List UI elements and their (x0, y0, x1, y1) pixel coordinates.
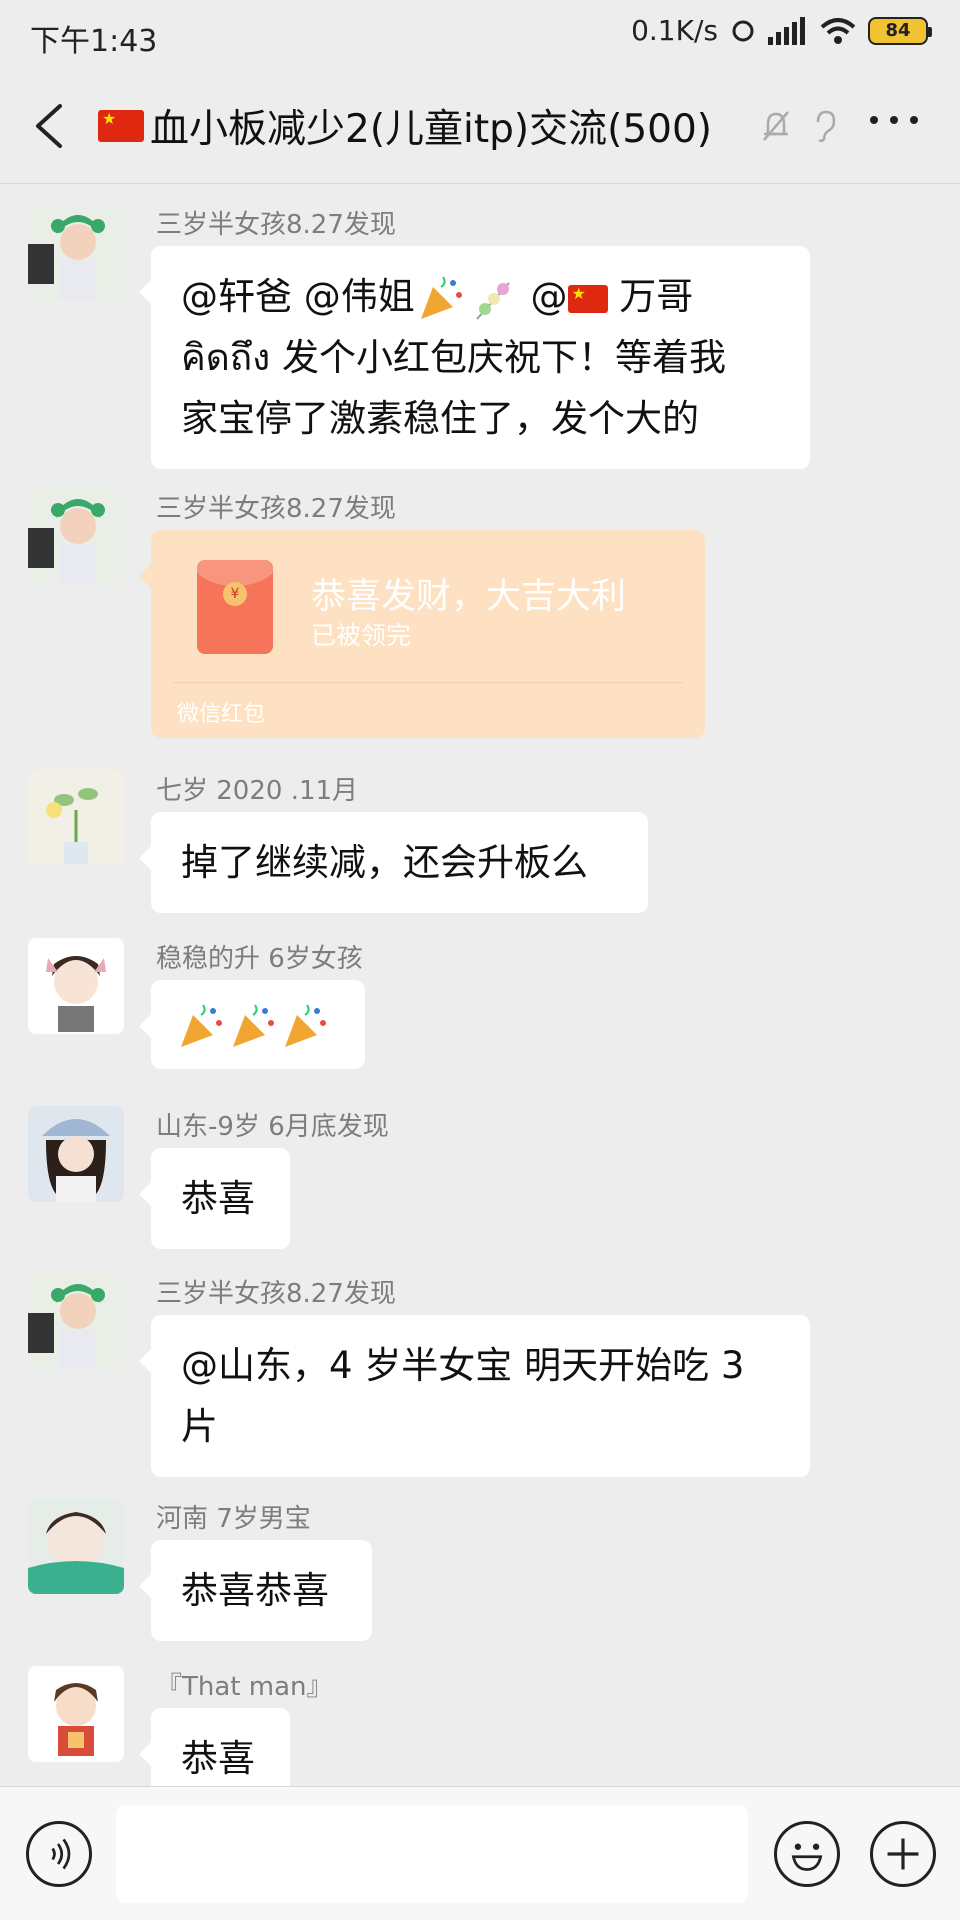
message-bubble[interactable]: @山东，4 岁半女宝 明天开始吃 3 片 (139, 1315, 810, 1477)
message-bubble[interactable]: @轩爸 @伟姐 @ 万哥 คิดถึง 发个小红包庆祝下！等着我 家宝停了激素稳… (139, 246, 810, 469)
sender-name: 稳稳的升 6岁女孩 (156, 944, 363, 974)
sender-name: 三岁半女孩8.27发现 (156, 1279, 396, 1309)
party-popper-icon (233, 1003, 274, 1047)
message-text: 恭喜恭喜 (181, 1569, 329, 1612)
wifi-icon (820, 17, 856, 44)
message-bubble[interactable]: 恭喜恭喜 (139, 1540, 372, 1641)
chat-title-text: 血小板减少2(儿童itp)交流(500) (150, 107, 712, 152)
message-text: 万哥 (607, 275, 694, 318)
avatar[interactable] (28, 204, 124, 300)
message-text-line: 片 (181, 1405, 218, 1448)
sender-name: 三岁半女孩8.27发现 (156, 210, 396, 240)
red-packet-footer: 微信红包 (177, 702, 266, 727)
sender-name: 山东-9岁 6月底发现 (156, 1112, 389, 1142)
mute-bell-icon (763, 111, 789, 141)
network-speed: 0.1K/s (631, 14, 718, 47)
party-popper-icon (181, 1003, 222, 1047)
red-packet[interactable]: ¥ 恭喜发财，大吉大利 已被领完 微信红包 (139, 530, 705, 738)
party-popper-icon (420, 275, 462, 319)
message-input[interactable] (116, 1805, 748, 1903)
voice-icon[interactable] (26, 1821, 92, 1887)
flag-icon (98, 109, 144, 142)
sender-name: 河南 7岁男宝 (156, 1504, 311, 1534)
avatar[interactable] (28, 938, 124, 1034)
party-popper-icon (285, 1003, 326, 1047)
chat-list: 三岁半女孩8.27发现 @轩爸 @伟姐 @ 万哥 คิดถึง 发个小红包庆祝下… (0, 186, 960, 1786)
sync-icon (732, 20, 754, 41)
red-packet-icon: ¥ (197, 560, 273, 654)
avatar[interactable] (28, 1498, 124, 1594)
signal-icon (768, 16, 805, 45)
red-packet-status: 已被领完 (311, 621, 412, 650)
back-arrow-icon[interactable] (30, 102, 70, 150)
candy-icon (476, 281, 510, 320)
sender-name: 『That man』 (156, 1672, 333, 1702)
message-text: @ (518, 275, 568, 318)
more-icon[interactable] (870, 116, 918, 124)
status-bar: 下午1:43 0.1K/s 84 (0, 0, 960, 68)
message-bubble[interactable]: 恭喜 (139, 1708, 290, 1786)
message-bubble[interactable]: 恭喜 (139, 1148, 290, 1249)
status-right: 0.1K/s 84 (631, 14, 932, 47)
flag-icon (567, 284, 608, 313)
message-text-line: คิดถึง 发个小红包庆祝下！等着我 (181, 336, 727, 379)
message-bubble[interactable]: 掉了继续减，还会升板么 (139, 812, 648, 913)
plus-icon[interactable] (870, 1821, 936, 1887)
message-text-line: @山东，4 岁半女宝 明天开始吃 3 (181, 1344, 745, 1387)
message-text-line: 家宝停了激素稳住了，发个大的 (181, 397, 699, 440)
message-bubble[interactable] (139, 980, 365, 1069)
battery-indicator: 84 (868, 16, 932, 45)
message-text: 恭喜 (181, 1177, 255, 1220)
message-text: 恭喜 (181, 1737, 255, 1780)
message-text: @轩爸 @伟姐 (181, 275, 415, 318)
sender-name: 七岁 2020 .11月 (156, 776, 359, 806)
avatar[interactable] (28, 770, 124, 866)
avatar[interactable] (28, 488, 124, 584)
message-text: 掉了继续减，还会升板么 (181, 841, 588, 884)
red-packet-title: 恭喜发财，大吉大利 (311, 577, 627, 617)
avatar[interactable] (28, 1666, 124, 1762)
emoji-icon[interactable] (774, 1821, 840, 1887)
avatar[interactable] (28, 1106, 124, 1202)
ear-icon (816, 110, 836, 143)
message-text-line: @轩爸 @伟姐 @ 万哥 (181, 266, 780, 327)
status-time: 下午1:43 (30, 24, 158, 59)
divider (173, 682, 683, 683)
chat-title: 血小板减少2(儿童itp)交流(500) (98, 98, 712, 154)
avatar[interactable] (28, 1273, 124, 1369)
input-bar (0, 1786, 960, 1920)
chat-header: 血小板减少2(儿童itp)交流(500) (0, 68, 960, 184)
sender-name: 三岁半女孩8.27发现 (156, 494, 396, 524)
